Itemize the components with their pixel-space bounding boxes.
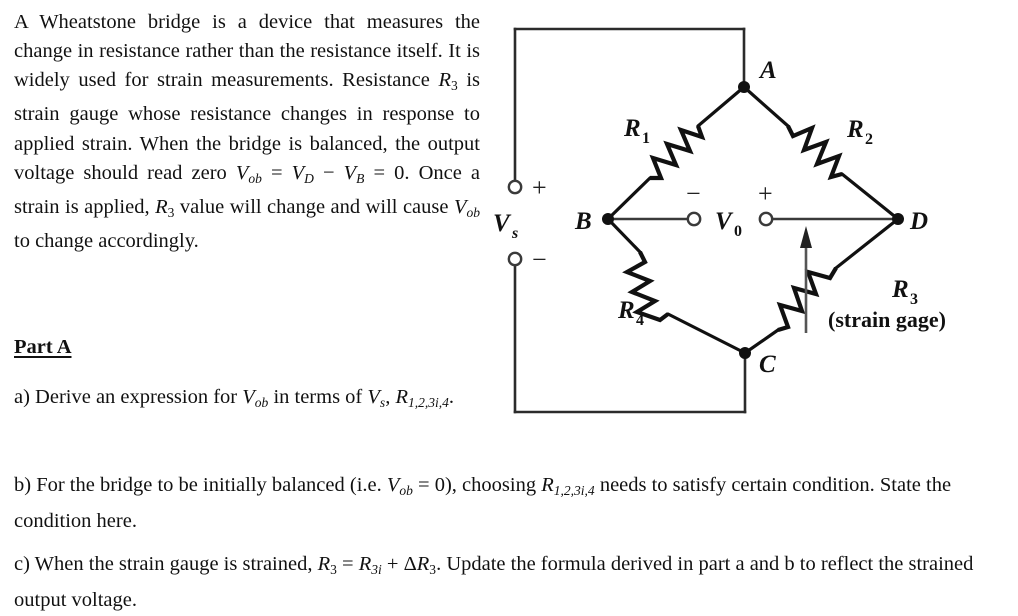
source-terminals: + − V s — [493, 173, 547, 274]
branch-b-to-c: R 4 — [606, 217, 747, 355]
document-page: A Wheatstone bridge is a device that mea… — [0, 0, 1018, 616]
source-label-v: V — [493, 210, 512, 237]
source-positive-terminal — [507, 179, 523, 195]
node-dot-d — [892, 213, 904, 225]
resistor-r1-subscript: 1 — [642, 130, 650, 147]
node-dot-a — [738, 81, 750, 93]
resistor-r2-subscript: 2 — [865, 131, 873, 148]
resistor-r3-subscript: 3 — [910, 291, 918, 308]
branch-b-to-a: R 1 — [606, 85, 746, 221]
output-branch: − + V 0 — [608, 179, 898, 240]
output-label-subscript: 0 — [734, 223, 742, 240]
lead-r1-a — [696, 85, 746, 128]
intro-paragraph-column: A Wheatstone bridge is a device that mea… — [14, 8, 480, 256]
branch-c-to-d: R 3 (strain gage) — [743, 217, 946, 355]
question-a-text: a) Derive an expression for Vob in terms… — [14, 386, 455, 410]
output-positive-terminal — [758, 211, 774, 227]
lead-b-r4 — [606, 217, 642, 254]
supply-loop-wires — [513, 27, 747, 414]
lead-b-r1 — [606, 176, 652, 221]
question-c-text: c) When the strain gauge is strained, R3… — [14, 553, 974, 611]
strain-gage-caption: (strain gage) — [828, 307, 946, 332]
part-a-heading: Part A — [14, 336, 72, 358]
question-b-text: b) For the bridge to be initially balanc… — [14, 474, 952, 532]
node-label-c: C — [759, 351, 776, 378]
source-plus-sign: + — [532, 173, 547, 202]
intro-paragraph: A Wheatstone bridge is a device that mea… — [14, 11, 481, 252]
source-minus-sign: − — [532, 245, 547, 274]
node-dot-c — [739, 347, 751, 359]
source-negative-terminal — [507, 251, 523, 267]
output-negative-terminal — [686, 211, 702, 227]
resistor-r4-subscript: 4 — [636, 312, 644, 329]
lead-a-r2 — [742, 85, 790, 128]
variable-arrow-head — [800, 226, 812, 248]
output-plus-sign: + — [758, 179, 773, 208]
resistor-r4-label: R — [617, 297, 635, 324]
lead-r4-c — [666, 312, 747, 355]
lead-r2-d — [840, 172, 900, 221]
node-label-b: B — [574, 208, 592, 235]
node-dot-b — [602, 213, 614, 225]
lead-r3-d — [834, 217, 900, 270]
output-minus-sign: − — [686, 179, 701, 208]
resistor-r2-zigzag — [786, 124, 843, 181]
lead-c-r3 — [743, 328, 780, 355]
wheatstone-bridge-figure: + − V s R 1 R 2 R 4 R 3 (strain gage) − … — [490, 0, 1018, 440]
node-label-d: D — [909, 208, 928, 235]
resistor-r2-label: R — [846, 116, 864, 143]
node-label-a: A — [758, 57, 777, 84]
resistor-r1-zigzag — [649, 125, 706, 181]
resistor-r1-label: R — [623, 115, 641, 142]
resistor-r3-label: R — [891, 276, 909, 303]
source-label-subscript: s — [511, 225, 518, 242]
output-label-v: V — [715, 208, 734, 235]
